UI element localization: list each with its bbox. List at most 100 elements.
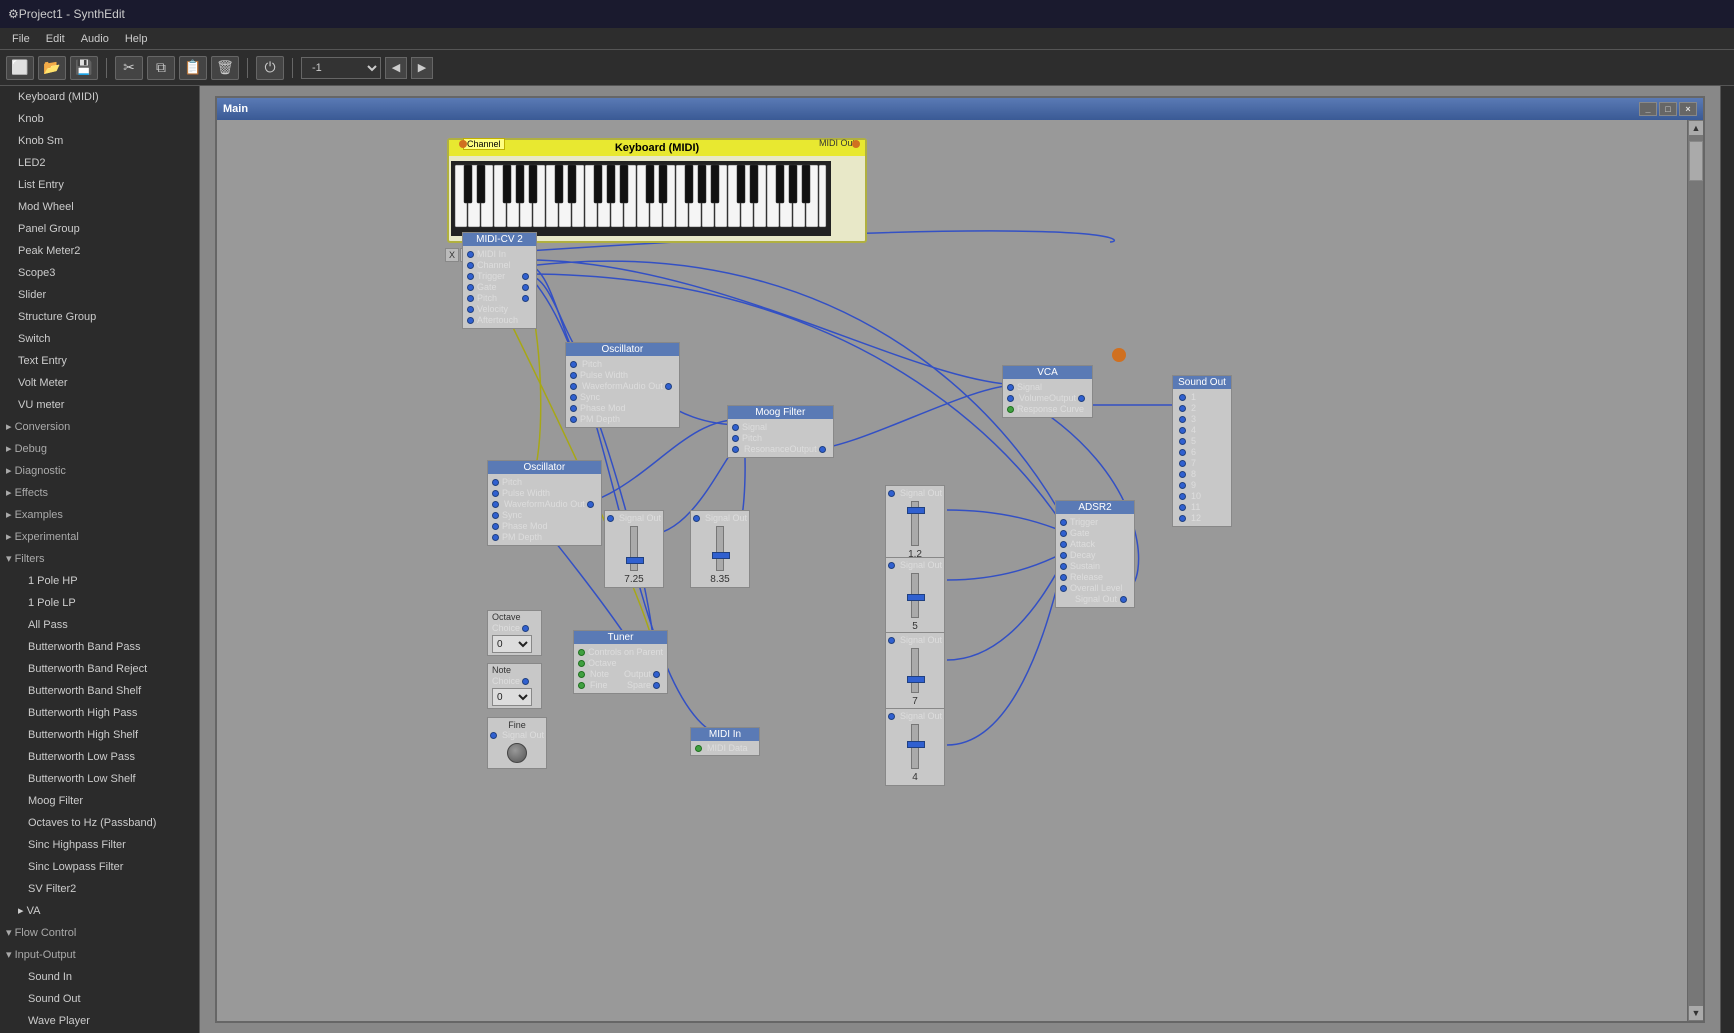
sidebar-item-conversion[interactable]: ▸ Conversion xyxy=(0,416,199,438)
note-select[interactable]: 0 xyxy=(492,688,532,706)
adsr-dot-release xyxy=(1060,574,1067,581)
slider2-value: 8.35 xyxy=(693,574,747,585)
sidebar-item-sinc-high[interactable]: Sinc Highpass Filter xyxy=(0,834,199,856)
slider3-thumb[interactable] xyxy=(907,507,925,514)
x-button[interactable]: X xyxy=(445,248,459,262)
sidebar-item-effects[interactable]: ▸ Effects xyxy=(0,482,199,504)
menu-audio[interactable]: Audio xyxy=(73,33,117,45)
sidebar-item-moog-filter[interactable]: Moog Filter xyxy=(0,790,199,812)
sidebar-item-sound-in[interactable]: Sound In xyxy=(0,966,199,988)
sidebar-item-switch[interactable]: Switch xyxy=(0,328,199,350)
minimize-button[interactable]: _ xyxy=(1639,102,1657,116)
sidebar-item-bw-band-reject[interactable]: Butterworth Band Reject xyxy=(0,658,199,680)
sidebar-item-filters[interactable]: ▾ Filters xyxy=(0,548,199,570)
copy-button[interactable]: ⧉ xyxy=(147,56,175,80)
sidebar-item-sinc-low[interactable]: Sinc Lowpass Filter xyxy=(0,856,199,878)
next-button[interactable]: ▶ xyxy=(411,57,433,79)
paste-button[interactable]: 📋 xyxy=(179,56,207,80)
sidebar-item-all-pass[interactable]: All Pass xyxy=(0,614,199,636)
sound-out-port-6: 6 xyxy=(1179,447,1225,457)
sidebar-item-structure-group[interactable]: Structure Group xyxy=(0,306,199,328)
sidebar-item-bw-low-pass[interactable]: Butterworth Low Pass xyxy=(0,746,199,768)
sidebar-item-sv-filter2[interactable]: SV Filter2 xyxy=(0,878,199,900)
scroll-up-arrow[interactable]: ▲ xyxy=(1688,120,1703,136)
prev-button[interactable]: ◀ xyxy=(385,57,407,79)
adsr-dot-attack xyxy=(1060,541,1067,548)
sidebar-item-vu-meter[interactable]: VU meter xyxy=(0,394,199,416)
tuner-module: Tuner Controls on Parent Octave Note Out… xyxy=(573,630,668,694)
slider5-track[interactable] xyxy=(911,648,919,693)
vertical-scrollbar[interactable]: ▲ ▼ xyxy=(1687,120,1703,1021)
sidebar-item-led2[interactable]: LED2 xyxy=(0,152,199,174)
sidebar-item-keyboard-midi[interactable]: Keyboard (MIDI) xyxy=(0,86,199,108)
sidebar-item-knob-sm[interactable]: Knob Sm xyxy=(0,130,199,152)
slider6-thumb[interactable] xyxy=(907,741,925,748)
sidebar-item-sound-out[interactable]: Sound Out xyxy=(0,988,199,1010)
sidebar-item-bw-band-shelf[interactable]: Butterworth Band Shelf xyxy=(0,680,199,702)
sidebar-item-input-output[interactable]: ▾ Input-Output xyxy=(0,944,199,966)
sidebar-item-1pole-lp[interactable]: 1 Pole LP xyxy=(0,592,199,614)
power-button[interactable]: ⏻ xyxy=(256,56,284,80)
sidebar-item-slider[interactable]: Slider xyxy=(0,284,199,306)
tuner-body: Controls on Parent Octave Note Output Fi… xyxy=(574,644,667,693)
slider2-track[interactable] xyxy=(716,526,724,571)
sidebar-item-va[interactable]: ▸ VA xyxy=(0,900,199,922)
adsr-port-overall: Overall Level xyxy=(1060,583,1130,593)
sidebar-item-scope3[interactable]: Scope3 xyxy=(0,262,199,284)
sidebar-item-wave-player[interactable]: Wave Player xyxy=(0,1010,199,1032)
cut-button[interactable]: ✂ xyxy=(115,56,143,80)
sidebar-item-bw-high-shelf[interactable]: Butterworth High Shelf xyxy=(0,724,199,746)
sidebar-item-bw-high-pass[interactable]: Butterworth High Pass xyxy=(0,702,199,724)
sidebar-item-debug[interactable]: ▸ Debug xyxy=(0,438,199,460)
slider6-track[interactable] xyxy=(911,724,919,769)
sidebar-item-bw-band-pass[interactable]: Butterworth Band Pass xyxy=(0,636,199,658)
slider4-thumb[interactable] xyxy=(907,594,925,601)
scroll-thumb[interactable] xyxy=(1689,141,1703,181)
tuner-dot-octave xyxy=(578,660,585,667)
slider3-track[interactable] xyxy=(911,501,919,546)
synth-canvas[interactable]: Keyboard (MIDI) Channel MIDI Out xyxy=(217,120,1703,1021)
port-label-pitch: Pitch xyxy=(477,293,497,303)
slider4-track[interactable] xyxy=(911,573,919,618)
sidebar-item-diagnostic[interactable]: ▸ Diagnostic xyxy=(0,460,199,482)
slider1-thumb[interactable] xyxy=(626,557,644,564)
maximize-button[interactable]: □ xyxy=(1659,102,1677,116)
sidebar-item-panel-group[interactable]: Panel Group xyxy=(0,218,199,240)
slider5-thumb[interactable] xyxy=(907,676,925,683)
close-button[interactable]: × xyxy=(1679,102,1697,116)
osc1-port-wave: Waveform Audio Out xyxy=(570,381,675,391)
canvas-area[interactable]: Main _ □ × xyxy=(200,86,1720,1033)
menu-edit[interactable]: Edit xyxy=(38,33,73,45)
new-button[interactable]: ⬜ xyxy=(6,56,34,80)
sidebar-item-knob[interactable]: Knob xyxy=(0,108,199,130)
sidebar-item-volt-meter[interactable]: Volt Meter xyxy=(0,372,199,394)
menu-file[interactable]: File xyxy=(4,33,38,45)
vca-dot-signal xyxy=(1007,384,1014,391)
osc1-port-pmdepth: PM Depth xyxy=(570,414,675,424)
sidebar-item-list-entry[interactable]: List Entry xyxy=(0,174,199,196)
sidebar-item-flow-control[interactable]: ▾ Flow Control xyxy=(0,922,199,944)
sidebar-item-octaves-hz[interactable]: Octaves to Hz (Passband) xyxy=(0,812,199,834)
delete-button[interactable]: 🗑 xyxy=(211,56,239,80)
sidebar-item-experimental[interactable]: ▸ Experimental xyxy=(0,526,199,548)
octave-select[interactable]: 0 xyxy=(492,635,532,653)
slider1-track[interactable] xyxy=(630,526,638,571)
sidebar-item-text-entry[interactable]: Text Entry xyxy=(0,350,199,372)
separator2 xyxy=(247,58,248,78)
slider2-thumb[interactable] xyxy=(712,552,730,559)
sidebar-item-bw-low-shelf[interactable]: Butterworth Low Shelf xyxy=(0,768,199,790)
sidebar-item-mod-wheel[interactable]: Mod Wheel xyxy=(0,196,199,218)
sidebar-item-examples[interactable]: ▸ Examples xyxy=(0,504,199,526)
octave-dot xyxy=(522,625,529,632)
project-selector[interactable]: -1 xyxy=(301,57,381,79)
sidebar-item-peak-meter2[interactable]: Peak Meter2 xyxy=(0,240,199,262)
save-button[interactable]: 💾 xyxy=(70,56,98,80)
open-button[interactable]: 📂 xyxy=(38,56,66,80)
sidebar-item-1pole-hp[interactable]: 1 Pole HP xyxy=(0,570,199,592)
menu-help[interactable]: Help xyxy=(117,33,156,45)
scroll-down-arrow[interactable]: ▼ xyxy=(1688,1005,1703,1021)
scroll-track[interactable] xyxy=(1688,136,1703,1005)
so-dot-4 xyxy=(1179,427,1186,434)
fine-port: Signal Out xyxy=(490,730,544,740)
fine-knob[interactable] xyxy=(507,743,527,763)
